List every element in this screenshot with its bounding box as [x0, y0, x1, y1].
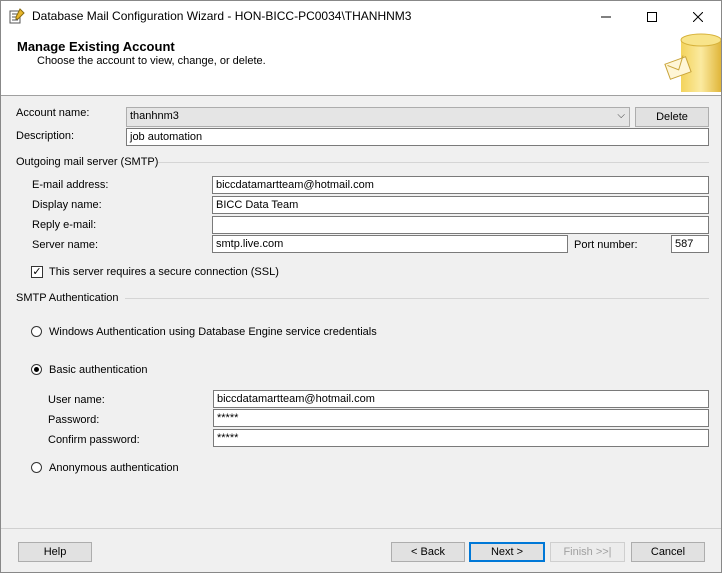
password-field[interactable]: ***** — [213, 409, 709, 427]
port-number-label: Port number: — [574, 239, 638, 251]
smtp-group-divider — [158, 162, 709, 163]
description-label: Description: — [16, 130, 75, 142]
display-name-field[interactable]: BICC Data Team — [212, 196, 709, 214]
wizard-header: Manage Existing Account Choose the accou… — [1, 32, 721, 96]
display-name-label: Display name: — [32, 199, 102, 211]
ssl-checkbox[interactable]: ✓ — [31, 266, 43, 278]
description-field[interactable]: job automation — [126, 128, 709, 146]
help-button[interactable]: Help — [18, 542, 92, 562]
reply-email-label: Reply e-mail: — [32, 219, 97, 231]
smtp-group-label: Outgoing mail server (SMTP) — [16, 156, 159, 168]
windows-auth-label: Windows Authentication using Database En… — [49, 326, 377, 338]
page-subtitle: Choose the account to view, change, or d… — [37, 55, 266, 67]
user-name-field[interactable]: biccdatamartteam@hotmail.com — [213, 390, 709, 408]
next-button[interactable]: Next > — [469, 542, 545, 562]
maximize-icon[interactable] — [629, 1, 675, 32]
auth-group-label: SMTP Authentication — [16, 292, 119, 304]
chevron-down-icon[interactable]: ⌵ — [617, 110, 625, 121]
confirm-password-label: Confirm password: — [48, 434, 140, 446]
email-label: E-mail address: — [32, 179, 109, 191]
port-number-field[interactable]: 587 — [671, 235, 709, 253]
window-title: Database Mail Configuration Wizard - HON… — [32, 9, 412, 23]
delete-button[interactable]: Delete — [635, 107, 709, 127]
auth-group-divider — [125, 298, 709, 299]
server-name-label: Server name: — [32, 239, 99, 251]
account-name-label: Account name: — [16, 107, 90, 119]
title-bar: Database Mail Configuration Wizard - HON… — [1, 1, 721, 32]
page-title: Manage Existing Account — [17, 39, 175, 54]
account-name-value: thanhnm3 — [130, 110, 179, 122]
wizard-window: Database Mail Configuration Wizard - HON… — [0, 0, 722, 573]
app-icon — [9, 8, 25, 24]
reply-email-field[interactable] — [212, 216, 709, 234]
server-name-field[interactable]: smtp.live.com — [212, 235, 568, 253]
back-button[interactable]: < Back — [391, 542, 465, 562]
cancel-button[interactable]: Cancel — [631, 542, 705, 562]
anonymous-auth-radio[interactable] — [31, 462, 42, 473]
basic-auth-label: Basic authentication — [49, 364, 148, 376]
password-label: Password: — [48, 414, 100, 426]
anonymous-auth-label: Anonymous authentication — [49, 462, 179, 474]
account-name-combo[interactable]: thanhnm3 ⌵ — [126, 107, 630, 127]
windows-auth-radio[interactable] — [31, 326, 42, 337]
database-mail-icon — [664, 33, 721, 92]
finish-button[interactable]: Finish >>| — [550, 542, 625, 562]
footer-divider — [1, 528, 721, 529]
user-name-label: User name: — [48, 394, 105, 406]
basic-auth-radio[interactable] — [31, 364, 42, 375]
email-field[interactable]: biccdatamartteam@hotmail.com — [212, 176, 709, 194]
confirm-password-field[interactable]: ***** — [213, 429, 709, 447]
ssl-label: This server requires a secure connection… — [49, 266, 279, 278]
minimize-icon[interactable] — [583, 1, 629, 32]
close-icon[interactable] — [675, 1, 721, 32]
